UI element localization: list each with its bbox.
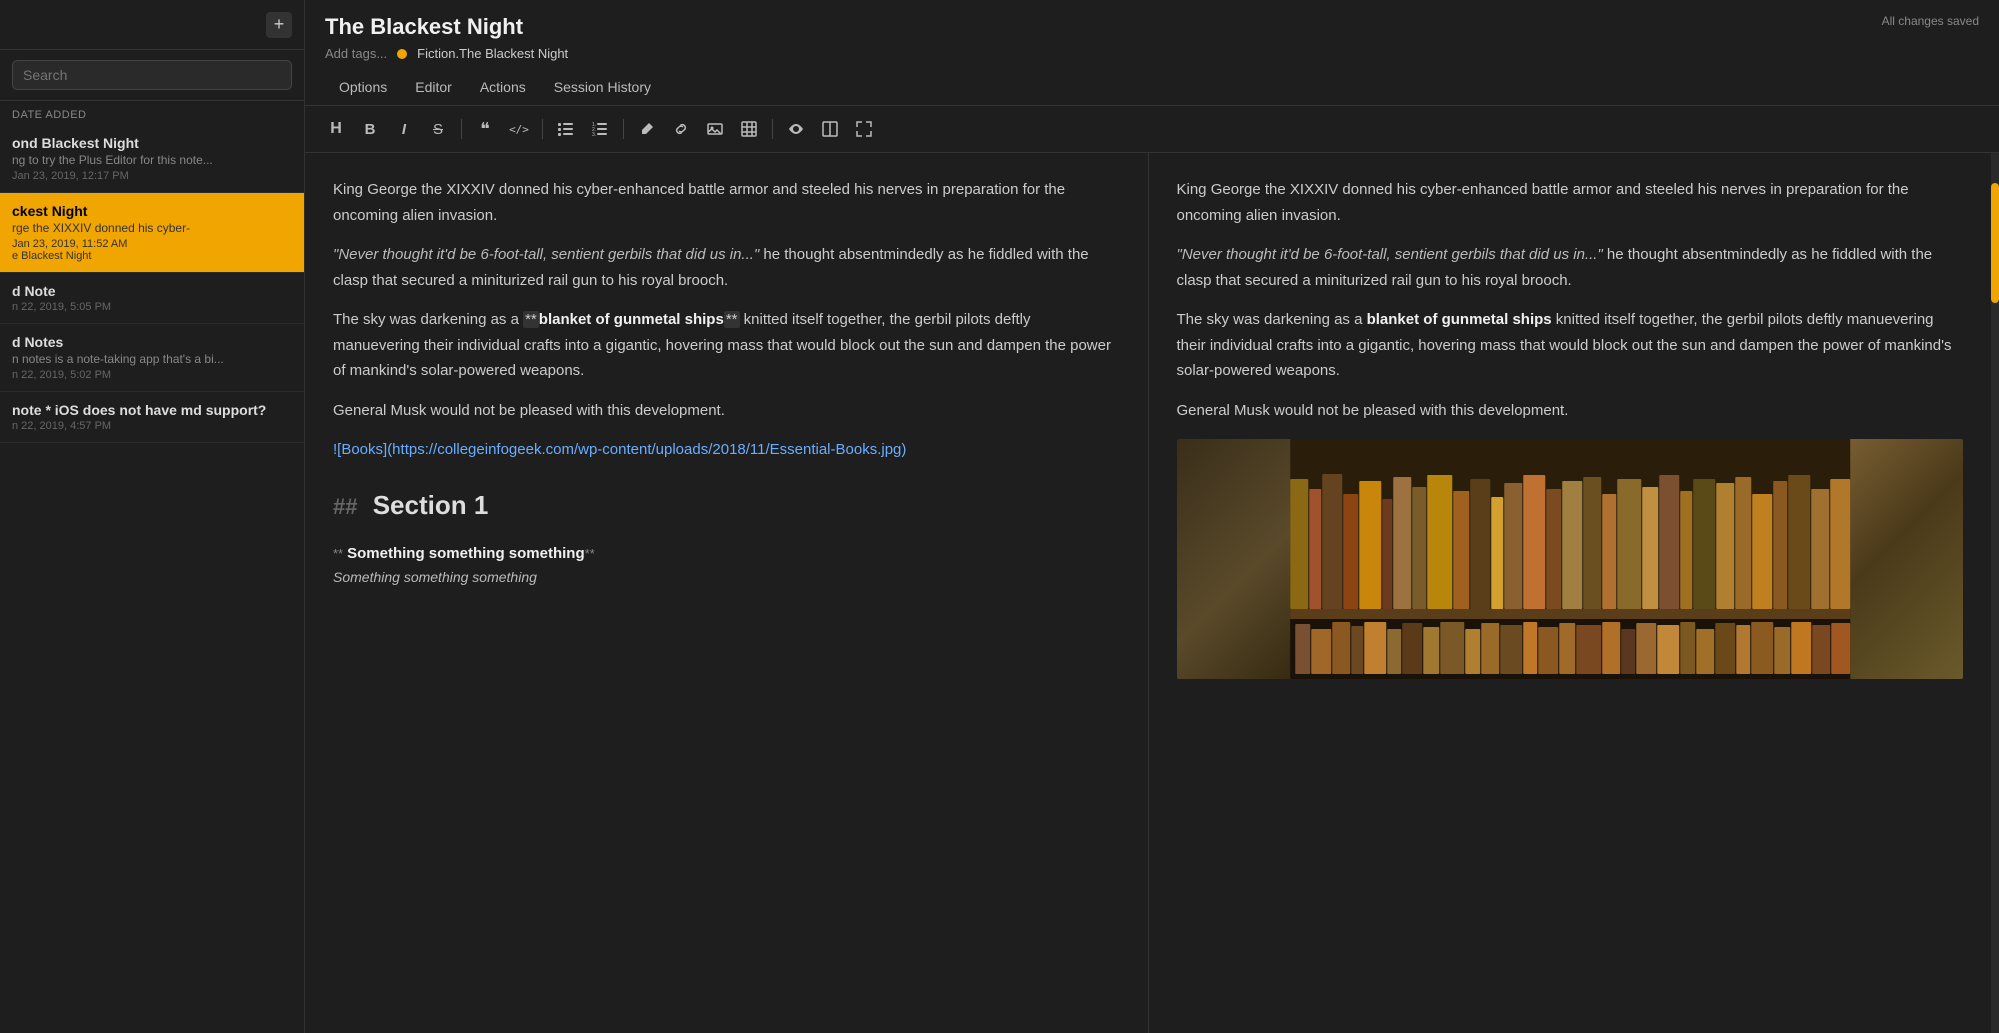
editor-paragraph-4: General Musk would not be pleased with t… xyxy=(333,398,1120,424)
bold-marker-end: ** xyxy=(724,311,740,328)
main-content: The Blackest Night All changes saved Add… xyxy=(305,0,1999,1033)
note-date: Jan 23, 2019, 12:17 PM xyxy=(12,170,292,182)
doc-meta: Add tags... Fiction.The Blackest Night xyxy=(325,46,1979,61)
preview-paragraph-2: "Never thought it'd be 6-foot-tall, sent… xyxy=(1177,242,1964,293)
preview-button[interactable] xyxy=(781,114,811,144)
split-view-button[interactable] xyxy=(815,114,845,144)
unordered-list-button[interactable] xyxy=(551,114,581,144)
code-button[interactable]: </> xyxy=(504,114,534,144)
tag-name: Fiction.The Blackest Night xyxy=(417,46,568,61)
editor-paragraph-1: King George the XIXXIV donned his cyber-… xyxy=(333,177,1120,228)
tab-session-history[interactable]: Session History xyxy=(540,71,665,105)
note-title: note * iOS does not have md support? xyxy=(12,402,292,418)
document-title: The Blackest Night xyxy=(325,14,523,40)
sidebar-header: + xyxy=(0,0,304,50)
toolbar-separator xyxy=(772,119,773,139)
editor-pane[interactable]: King George the XIXXIV donned his cyber-… xyxy=(305,153,1149,1033)
search-input[interactable] xyxy=(12,60,292,90)
note-preview: ng to try the Plus Editor for this note.… xyxy=(12,153,292,167)
note-item[interactable]: note * iOS does not have md support? n 2… xyxy=(0,392,304,443)
note-title: ond Blackest Night xyxy=(12,135,292,151)
italic-quote: "Never thought it'd be 6-foot-tall, sent… xyxy=(333,246,759,263)
toolbar-separator xyxy=(623,119,624,139)
highlight-button[interactable] xyxy=(632,114,662,144)
section-heading: ## Section 1 xyxy=(333,483,1120,527)
document-header: The Blackest Night All changes saved Add… xyxy=(305,0,1999,106)
preview-bold-text: blanket of gunmetal ships xyxy=(1367,311,1552,328)
bold-text: blanket of gunmetal ships xyxy=(539,311,724,328)
books-svg xyxy=(1177,439,1964,679)
note-title: d Notes xyxy=(12,334,292,350)
editor-paragraph-2: "Never thought it'd be 6-foot-tall, sent… xyxy=(333,242,1120,293)
note-title: d Note xyxy=(12,283,292,299)
sidebar: + Date Added ond Blackest Night ng to tr… xyxy=(0,0,305,1033)
preview-pane[interactable]: King George the XIXXIV donned his cyber-… xyxy=(1149,153,1992,1033)
tab-actions[interactable]: Actions xyxy=(466,71,540,105)
nav-tabs: Options Editor Actions Session History xyxy=(325,71,1979,105)
section-heading-text: Section 1 xyxy=(373,490,489,520)
note-preview: n notes is a note-taking app that's a bi… xyxy=(12,352,292,366)
note-item[interactable]: d Notes n notes is a note-taking app tha… xyxy=(0,324,304,392)
note-date: n 22, 2019, 5:05 PM xyxy=(12,301,292,313)
note-date: n 22, 2019, 5:02 PM xyxy=(12,369,292,381)
link-button[interactable] xyxy=(666,114,696,144)
search-container xyxy=(0,50,304,101)
note-date: Jan 23, 2019, 11:52 AM xyxy=(12,238,292,250)
image-link[interactable]: ![Books](https://collegeinfogeek.com/wp-… xyxy=(333,441,906,458)
preview-paragraph-3: The sky was darkening as a blanket of gu… xyxy=(1177,307,1964,384)
strikethrough-button[interactable]: S xyxy=(423,114,453,144)
editor-paragraph-3: The sky was darkening as a **blanket of … xyxy=(333,307,1120,384)
scrollbar-thumb[interactable] xyxy=(1991,183,1999,303)
preview-paragraph-1: King George the XIXXIV donned his cyber-… xyxy=(1177,177,1964,228)
ordered-list-button[interactable]: 1. 2. 3. xyxy=(585,114,615,144)
add-note-button[interactable]: + xyxy=(266,12,292,38)
subheading-line: **Something something something** xyxy=(333,541,1120,567)
subheading-italic: Something something something xyxy=(333,566,1120,590)
scrollbar-track xyxy=(1991,153,1999,1033)
note-tag: e Blackest Night xyxy=(12,250,292,262)
editor-toolbar: H B I S ❝ </> 1. 2. 3. xyxy=(305,106,1999,153)
heading-marker: ## xyxy=(333,494,357,519)
image-button[interactable] xyxy=(700,114,730,144)
bold-button[interactable]: B xyxy=(355,114,385,144)
tab-editor[interactable]: Editor xyxy=(401,71,466,105)
preview-paragraph-4: General Musk would not be pleased with t… xyxy=(1177,398,1964,424)
subheading-marker-end: ** xyxy=(585,546,595,561)
note-item[interactable]: ond Blackest Night ng to try the Plus Ed… xyxy=(0,125,304,193)
tag-dot-icon xyxy=(397,49,407,59)
table-button[interactable] xyxy=(734,114,764,144)
editor-area: King George the XIXXIV donned his cyber-… xyxy=(305,153,1999,1033)
fullscreen-button[interactable] xyxy=(849,114,879,144)
svg-text:3.: 3. xyxy=(592,132,596,137)
italic-button[interactable]: I xyxy=(389,114,419,144)
subheading-marker: ** xyxy=(333,546,343,561)
toolbar-separator xyxy=(461,119,462,139)
note-item[interactable]: d Note n 22, 2019, 5:05 PM xyxy=(0,273,304,324)
blockquote-button[interactable]: ❝ xyxy=(470,114,500,144)
editor-image-link: ![Books](https://collegeinfogeek.com/wp-… xyxy=(333,437,1120,463)
tab-options[interactable]: Options xyxy=(325,71,401,105)
note-date: n 22, 2019, 4:57 PM xyxy=(12,420,292,432)
date-added-label: Date Added xyxy=(0,101,304,125)
note-preview: rge the XIXXIV donned his cyber- xyxy=(12,221,292,235)
bold-marker-start: ** xyxy=(523,311,539,328)
preview-italic-quote: "Never thought it'd be 6-foot-tall, sent… xyxy=(1177,246,1603,263)
note-item-active[interactable]: ckest Night rge the XIXXIV donned his cy… xyxy=(0,193,304,273)
add-tags-button[interactable]: Add tags... xyxy=(325,46,387,61)
toolbar-separator xyxy=(542,119,543,139)
heading-button[interactable]: H xyxy=(321,114,351,144)
subheading-text: Something something something xyxy=(347,545,585,562)
note-title: ckest Night xyxy=(12,203,292,219)
books-image xyxy=(1177,439,1964,679)
save-status: All changes saved xyxy=(1882,14,1979,28)
